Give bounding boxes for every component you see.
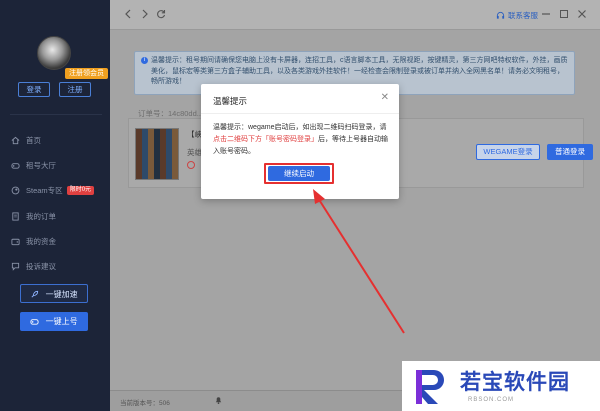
headset-icon — [496, 11, 505, 19]
sidebar-item-label: Steam专区 — [26, 186, 63, 196]
sidebar-item-label: 我的订单 — [26, 211, 56, 221]
refresh-icon[interactable] — [155, 9, 166, 20]
maximize-icon[interactable] — [558, 9, 569, 20]
clock-icon — [187, 161, 195, 169]
sidebar-item-home[interactable]: 首页 — [0, 128, 110, 153]
rbson-logo — [416, 370, 444, 404]
feedback-icon — [10, 262, 20, 272]
accelerate-label: 一键加速 — [45, 290, 78, 299]
register-button[interactable]: 注册 — [59, 82, 91, 97]
sidebar: 注册领会员 登录 注册 首页 租号大厅 Steam专区 限时0元 我的订单 我的… — [0, 0, 110, 411]
sidebar-item-feedback[interactable]: 投诉建议 — [0, 254, 110, 279]
sidebar-nav: 首页 租号大厅 Steam专区 限时0元 我的订单 我的资金 投诉建议 — [0, 128, 110, 279]
notice-text: 温馨提示：租号期间请确保您电脑上没有卡屏器，连招工具，c语言脚本工具，无限视距，… — [151, 57, 568, 85]
bell-icon[interactable] — [214, 395, 223, 407]
watermark-text: 若宝软件园 — [460, 370, 570, 394]
contact-service-button[interactable]: 联系客服 — [496, 10, 538, 21]
home-icon — [10, 136, 20, 146]
info-icon: i — [141, 57, 148, 64]
steam-icon — [10, 186, 20, 196]
dialog-message: 温馨提示：wegame启动后，如出现二维码扫码登录，请点击二维码下方「账号密码登… — [213, 122, 389, 158]
dialog-message-prefix: 温馨提示：wegame启动后，如出现二维码扫码登录，请 — [213, 124, 387, 131]
gamepad-icon — [30, 319, 39, 326]
minimize-icon[interactable] — [540, 9, 551, 20]
sidebar-item-label: 首页 — [26, 136, 41, 146]
vip-tag[interactable]: 注册领会员 — [65, 68, 108, 79]
limited-free-badge: 限时0元 — [66, 186, 95, 196]
dialog-divider — [201, 113, 399, 114]
wallet-icon — [10, 236, 20, 246]
game-thumbnail — [135, 128, 179, 180]
close-icon[interactable] — [576, 9, 587, 20]
version-label: 当前版本号：506 — [120, 400, 170, 407]
close-icon[interactable]: ✕ — [381, 92, 389, 103]
dialog-message-highlight: 点击二维码下方「账号密码登录」 — [213, 136, 318, 143]
one-click-accelerate-button[interactable]: 一键加速 — [20, 284, 88, 303]
highlight-box — [264, 163, 334, 184]
sidebar-divider — [10, 114, 102, 115]
chevron-right-icon[interactable] — [139, 9, 150, 20]
main-panel: 联系客服 i 温馨提示：租号期间请确保您电脑上没有卡屏器，连招工具，c语言脚本工… — [110, 0, 600, 411]
sidebar-item-funds[interactable]: 我的资金 — [0, 229, 110, 254]
avatar[interactable] — [37, 36, 71, 70]
watermark: 若宝软件园 RBSON.COM — [402, 361, 600, 411]
one-click-login-button[interactable]: 一键上号 — [20, 312, 88, 331]
sidebar-item-label: 投诉建议 — [26, 262, 56, 272]
chevron-left-icon[interactable] — [122, 9, 133, 20]
onekey-label: 一键上号 — [45, 317, 78, 326]
title-bar: 联系客服 — [110, 0, 600, 30]
gamepad-icon — [10, 161, 20, 171]
sidebar-item-label: 我的资金 — [26, 236, 56, 246]
sidebar-item-orders[interactable]: 我的订单 — [0, 204, 110, 229]
rocket-icon — [31, 291, 39, 298]
service-label: 联系客服 — [508, 11, 538, 20]
login-button[interactable]: 登录 — [18, 82, 50, 97]
normal-login-button[interactable]: 普通登录 — [547, 144, 593, 160]
wegame-login-button[interactable]: WEGAME登录 — [476, 144, 540, 160]
sidebar-item-label: 租号大厅 — [26, 161, 56, 171]
watermark-url: RBSON.COM — [468, 397, 515, 403]
dialog-title: 温馨提示 — [213, 96, 248, 106]
order-icon — [10, 211, 20, 221]
sidebar-item-steam[interactable]: Steam专区 限时0元 — [0, 178, 110, 203]
sidebar-item-rent-hall[interactable]: 租号大厅 — [0, 153, 110, 178]
